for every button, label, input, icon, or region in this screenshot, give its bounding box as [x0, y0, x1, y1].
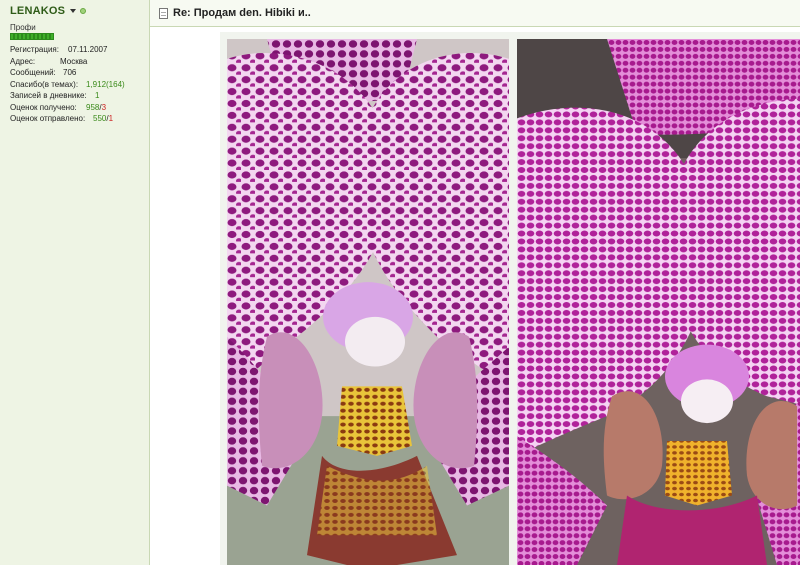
stat-diary: Записей в дневнике: 1: [10, 90, 100, 102]
orchid-photo-right[interactable]: [517, 39, 800, 565]
ratings-received-negative: 3: [101, 102, 107, 112]
stat-registration: Регистрация: 07.11.2007: [10, 45, 108, 54]
stat-thanks: Спасибо(в темах): 1,912(164): [10, 79, 125, 91]
orchid-photo-left[interactable]: [227, 39, 509, 565]
post-header: Re: Продам den. Hibiki и..: [150, 0, 800, 27]
reputation-bar: [10, 33, 149, 40]
document-icon: [159, 7, 168, 19]
user-rank: Профи: [10, 23, 36, 32]
post-title: Re: Продам den. Hibiki и..: [173, 7, 311, 19]
user-header: LENAKOS: [10, 4, 149, 18]
ratings-sent-positive: 550: [93, 114, 107, 123]
orchid-image-right: [517, 39, 800, 565]
user-stats: Регистрация: 07.11.2007 Адрес: Москва Со…: [10, 44, 149, 125]
caret-down-icon[interactable]: [70, 9, 77, 13]
username-link[interactable]: LENAKOS: [10, 5, 65, 17]
stat-ratings-sent: Оценок отправлено: 550/1: [10, 114, 114, 123]
ratings-sent-negative: 1: [108, 114, 114, 123]
orchid-image-left: [227, 39, 509, 565]
stat-posts: Сообщений: 706: [10, 68, 77, 77]
online-status-icon: [80, 8, 87, 14]
post-body: [150, 27, 800, 565]
stat-address: Адрес: Москва: [10, 56, 88, 66]
diary-link[interactable]: 1: [95, 90, 99, 102]
stat-ratings-received: Оценок получено: 958/3: [10, 102, 107, 112]
thanks-link[interactable]: 1,912(164): [86, 79, 125, 91]
user-sidebar: LENAKOS Профи Регистрация: 07.11.2007 Ад…: [0, 0, 150, 565]
ratings-received-positive: 958: [86, 102, 100, 112]
attachment-frame: [220, 32, 800, 565]
reputation-pip: [50, 33, 54, 40]
